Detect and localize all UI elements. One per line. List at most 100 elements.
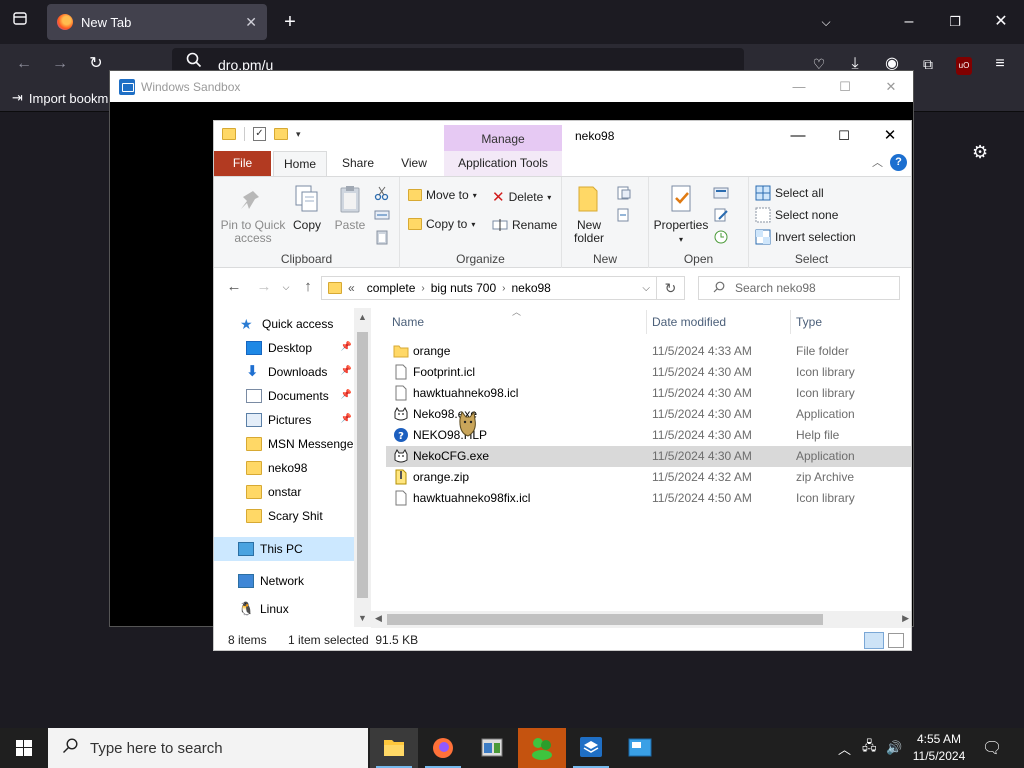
taskbar-windows-sandbox[interactable]	[567, 728, 615, 768]
restore-icon[interactable]: ❐	[943, 10, 967, 34]
search-box[interactable]: Search neko98	[698, 276, 900, 300]
scroll-down-icon[interactable]: ▼	[354, 613, 371, 623]
collapse-ribbon-icon[interactable]: ︿	[872, 154, 883, 170]
select-all-button[interactable]: Select all	[755, 185, 824, 201]
copy-button[interactable]: Copy	[290, 183, 324, 232]
column-divider[interactable]	[790, 310, 791, 334]
start-button[interactable]	[0, 728, 48, 768]
menu-icon[interactable]: ≡	[988, 52, 1012, 76]
breadcrumb-separator-icon[interactable]: ›	[502, 283, 505, 294]
paste-shortcut-icon[interactable]	[374, 229, 390, 245]
nav-scrollbar[interactable]: ▲ ▼	[354, 308, 371, 627]
properties-check-icon[interactable]: ✓	[253, 127, 266, 141]
tab-file[interactable]: File	[214, 151, 271, 176]
manage-context-tab[interactable]: Manage	[444, 125, 562, 151]
column-divider[interactable]	[646, 310, 647, 334]
breadcrumb-neko98[interactable]: neko98	[511, 281, 550, 295]
show-hidden-icons[interactable]: ︿	[838, 728, 851, 768]
import-bookmarks-link[interactable]: ⇥ Import bookm	[12, 90, 108, 106]
cut-icon[interactable]	[374, 185, 390, 201]
network-icon[interactable]: 🖧	[862, 728, 877, 768]
file-row[interactable]: Footprint.icl 11/5/2024 4:30 AM Icon lib…	[386, 362, 911, 383]
column-header-type[interactable]: Type	[796, 308, 906, 336]
file-row[interactable]: orange.zip 11/5/2024 4:32 AM zip Archive	[386, 467, 911, 488]
edit-icon[interactable]	[713, 207, 729, 223]
nav-downloads[interactable]: ⬇ Downloads 📌	[214, 360, 354, 384]
invert-selection-button[interactable]: Invert selection	[755, 229, 856, 245]
address-overflow[interactable]: «	[348, 281, 355, 295]
minimize-icon[interactable]: –	[897, 10, 921, 34]
file-row[interactable]: hawktuahneko98fix.icl 11/5/2024 4:50 AM …	[386, 488, 911, 509]
close-window-icon[interactable]: ✕	[989, 10, 1013, 34]
close-tab-icon[interactable]: ✕	[245, 14, 257, 31]
taskbar-app[interactable]	[468, 728, 516, 768]
nav-scroll-thumb[interactable]	[357, 332, 368, 598]
details-view-icon[interactable]	[864, 632, 884, 649]
taskbar-clock[interactable]: 4:55 AM 11/5/2024	[906, 731, 972, 765]
nav-this-pc[interactable]: This PC	[214, 537, 354, 561]
breadcrumb-complete[interactable]: complete	[367, 281, 416, 295]
help-icon[interactable]: ?	[890, 154, 907, 171]
large-icons-view-icon[interactable]	[888, 633, 904, 648]
address-dropdown-icon[interactable]: ⌵	[642, 283, 650, 294]
scroll-up-icon[interactable]: ▲	[354, 312, 371, 322]
forward-arrow-icon[interactable]: →	[254, 278, 274, 295]
scroll-left-icon[interactable]: ◀	[375, 613, 382, 624]
delete-button[interactable]: ✕ Delete ▾	[492, 188, 551, 206]
file-row[interactable]: hawktuahneko98.icl 11/5/2024 4:30 AM Ico…	[386, 383, 911, 404]
new-folder-button[interactable]: New folder	[568, 183, 610, 245]
address-bar[interactable]: « complete › big nuts 700 › neko98 ⌵	[321, 276, 657, 300]
extensions-icon[interactable]: ⧉	[916, 52, 940, 76]
back-icon[interactable]: ←	[12, 52, 36, 76]
nav-msn-messenger[interactable]: MSN Messenger	[214, 432, 357, 456]
nav-documents[interactable]: Documents 📌	[214, 384, 354, 408]
ublock-icon[interactable]: uO	[952, 52, 976, 76]
nav-neko98[interactable]: neko98	[214, 456, 354, 480]
breadcrumb-big-nuts-700[interactable]: big nuts 700	[431, 281, 496, 295]
paste-button[interactable]: Paste	[332, 183, 368, 232]
explorer-close-icon[interactable]: ✕	[867, 121, 911, 151]
column-header-date[interactable]: Date modified	[652, 308, 788, 336]
taskbar-msn-messenger[interactable]	[518, 728, 566, 768]
file-row[interactable]: orange 11/5/2024 4:33 AM File folder	[386, 341, 911, 362]
easy-access-icon[interactable]	[616, 207, 632, 223]
nav-desktop[interactable]: Desktop 📌	[214, 336, 354, 360]
file-row-selected[interactable]: NekoCFG.exe 11/5/2024 4:30 AM Applicatio…	[386, 446, 911, 467]
refresh-icon[interactable]: ↻	[657, 276, 685, 300]
taskbar-file-explorer[interactable]	[370, 728, 418, 768]
forward-icon[interactable]: →	[48, 52, 72, 76]
history-icon[interactable]	[713, 229, 729, 245]
new-tab-icon[interactable]: +	[278, 10, 302, 34]
move-to-button[interactable]: Move to ▾	[408, 188, 477, 202]
nav-scary-shit[interactable]: Scary Shit	[214, 504, 354, 528]
copy-path-icon[interactable]	[374, 207, 390, 223]
nav-pictures[interactable]: Pictures 📌	[214, 408, 354, 432]
list-tabs-chevron-icon[interactable]: ⌵	[814, 10, 838, 34]
notifications-icon[interactable]: 🗨	[982, 728, 1002, 768]
reload-icon[interactable]: ↻	[84, 52, 108, 76]
nav-linux[interactable]: 🐧 Linux	[214, 597, 354, 621]
copy-to-button[interactable]: Copy to ▾	[408, 217, 475, 231]
breadcrumb-separator-icon[interactable]: ›	[421, 283, 424, 294]
tab-new-tab[interactable]: New Tab ✕	[47, 4, 267, 40]
sandbox-close-icon[interactable]: ✕	[868, 75, 914, 99]
column-header-name[interactable]: Name	[392, 308, 646, 336]
tab-share[interactable]: Share	[330, 151, 386, 176]
back-arrow-icon[interactable]: ←	[224, 278, 244, 295]
nav-quick-access[interactable]: ★ Quick access	[214, 312, 354, 336]
open-icon[interactable]	[713, 185, 729, 201]
volume-icon[interactable]: 🔊	[886, 728, 902, 768]
pin-quick-access-button[interactable]: Pin to Quick access	[220, 183, 286, 245]
sandbox-minimize-icon[interactable]: —	[776, 75, 822, 99]
tab-home[interactable]: Home	[273, 151, 327, 176]
explorer-minimize-icon[interactable]: —	[775, 121, 821, 151]
up-arrow-icon[interactable]: ↑	[298, 278, 318, 295]
nav-network[interactable]: Network	[214, 569, 354, 593]
new-folder-icon[interactable]	[274, 128, 288, 140]
hscroll-thumb[interactable]	[387, 614, 823, 625]
tab-list-icon[interactable]	[8, 10, 32, 34]
recent-locations-icon[interactable]: ⌵	[276, 282, 296, 293]
tab-view[interactable]: View	[388, 151, 440, 176]
rename-button[interactable]: Rename	[492, 217, 557, 233]
file-list-hscrollbar[interactable]: ◀ ▶	[371, 611, 911, 628]
